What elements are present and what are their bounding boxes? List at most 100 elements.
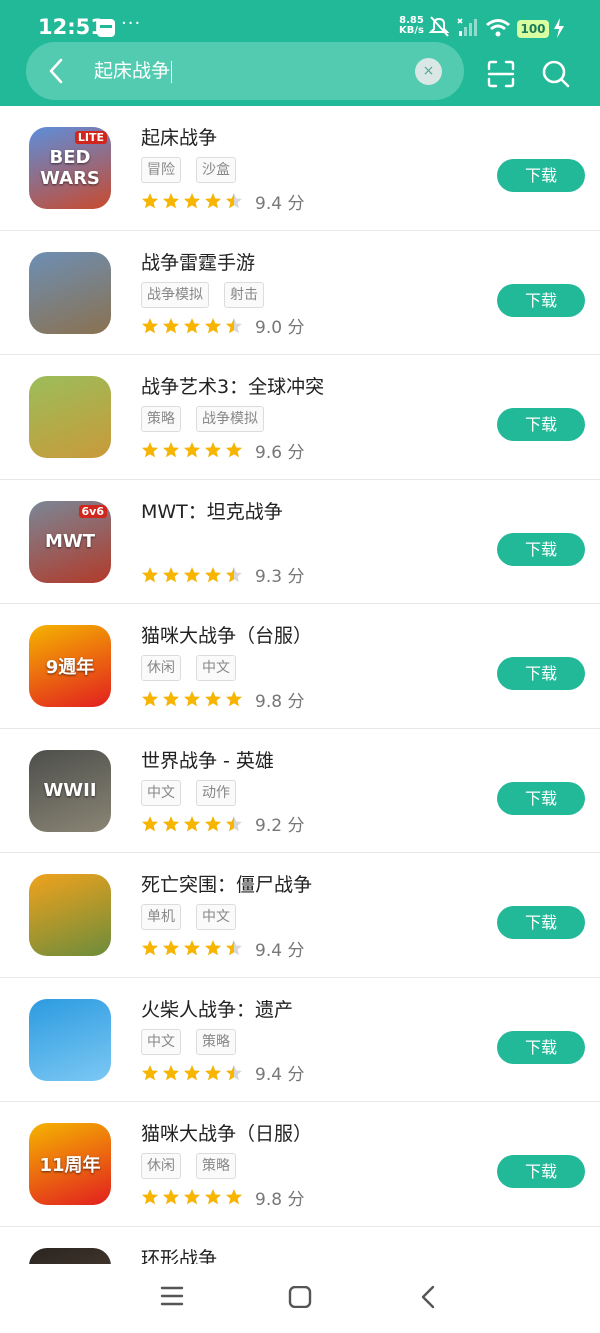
star-icon xyxy=(142,1189,158,1205)
app-rating: 9.8 分 xyxy=(141,1186,304,1210)
star-icon xyxy=(163,691,179,707)
star-icon xyxy=(163,1064,179,1080)
app-icon[interactable]: MWT 6v6 xyxy=(29,500,111,583)
home-icon[interactable] xyxy=(288,1286,312,1308)
search-results-list[interactable]: BED WARS LITE 起床战争 冒险 沙盒 9.4 分下载 战争雷霆手游 战争模拟 射击 9… xyxy=(0,106,600,1264)
download-button[interactable]: 下载 xyxy=(497,781,585,815)
download-button[interactable]: 下载 xyxy=(497,657,585,690)
app-tags: 策略 战争模拟 xyxy=(141,406,264,432)
download-button[interactable]: 下载 xyxy=(497,1030,585,1064)
rating-stars xyxy=(141,1064,243,1082)
nav-back-icon[interactable] xyxy=(418,1285,438,1309)
app-tags: 休闲 中文 xyxy=(141,655,236,681)
app-tags: 冒险 沙盒 xyxy=(141,157,236,183)
app-icon[interactable]: 11周年 xyxy=(29,1123,111,1205)
list-item[interactable]: 战争雷霆手游 战争模拟 射击 9.0 分 下载 xyxy=(0,231,600,355)
list-item[interactable]: 火柴人战争：遗产 中文 策略 9.4 分 下载 xyxy=(0,978,600,1102)
app-header: 12:51 ··· 8.85 KB/s 100 起床战争 × xyxy=(0,0,600,106)
list-item[interactable]: 9週年 猫咪大战争（台服） 休闲 中文 9.8 分 下载 xyxy=(0,604,600,729)
mute-icon xyxy=(428,16,450,37)
app-name[interactable]: 死亡突围：僵尸战争 xyxy=(141,870,312,897)
app-icon[interactable] xyxy=(29,874,111,956)
star-icon xyxy=(205,442,221,458)
download-button[interactable]: 下载 xyxy=(497,283,585,317)
app-icon[interactable]: BED WARS LITE xyxy=(29,127,111,209)
app-icon[interactable]: WWII xyxy=(29,749,111,832)
search-input[interactable]: 起床战争 xyxy=(94,58,173,84)
category-tag: 中文 xyxy=(196,655,236,681)
app-name[interactable]: MWT：坦克战争 xyxy=(141,497,283,524)
battery-indicator: 100 xyxy=(517,20,549,38)
list-item[interactable]: 11周年 猫咪大战争（日服） 休闲 策略 9.8 分 下载 xyxy=(0,1102,600,1227)
download-button[interactable]: 下载 xyxy=(497,532,585,566)
search-box[interactable] xyxy=(26,42,464,100)
category-tag: 沙盒 xyxy=(196,157,236,183)
category-tag: 中文 xyxy=(141,1028,181,1055)
list-item[interactable]: 战争艺术3：全球冲突 策略 战争模拟 9.6 分 下载 xyxy=(0,355,600,480)
star-icon xyxy=(142,940,158,956)
status-bar: 12:51 ··· 8.85 KB/s 100 xyxy=(0,0,600,40)
star-icon xyxy=(142,1064,158,1080)
star-icon xyxy=(163,442,179,458)
star-icon xyxy=(226,442,242,458)
star-icon xyxy=(205,1189,221,1205)
app-name[interactable]: 环形战争 xyxy=(141,1244,217,1265)
download-button[interactable]: 下载 xyxy=(497,1155,585,1188)
system-nav-bar xyxy=(0,1264,600,1333)
app-rating: 9.0 分 xyxy=(141,315,304,338)
app-icon[interactable]: 9週年 xyxy=(29,625,111,707)
app-rating: 9.4 分 xyxy=(141,1062,305,1085)
list-item[interactable]: BED WARS LITE 起床战争冒险 沙盒 9.4 分 下载 xyxy=(0,106,600,231)
clear-search-button[interactable]: × xyxy=(415,58,442,85)
list-item[interactable]: MWT 6v6 MWT：坦克战争 9.3 分 下载 xyxy=(0,480,600,604)
rating-score: 9.6 分 xyxy=(255,442,305,463)
app-name[interactable]: 世界战争 - 英雄 xyxy=(141,746,274,773)
app-rating: 9.4 分 xyxy=(141,937,304,961)
back-icon[interactable] xyxy=(42,56,72,86)
app-tags: 中文 动作 xyxy=(141,779,236,806)
rating-stars xyxy=(141,1188,243,1206)
star-icon xyxy=(205,815,221,831)
category-tag: 策略 xyxy=(196,1153,236,1179)
download-button[interactable]: 下载 xyxy=(497,159,585,192)
app-name[interactable]: 战争雷霆手游 xyxy=(141,248,255,275)
app-name[interactable]: 火柴人战争：遗产 xyxy=(141,995,293,1022)
app-name[interactable]: 猫咪大战争（台服） xyxy=(141,621,312,648)
star-icon xyxy=(142,691,158,707)
star-icon xyxy=(184,1189,200,1205)
charging-icon xyxy=(554,18,564,38)
category-tag: 单机 xyxy=(141,904,181,930)
app-rating: 9.2 分 xyxy=(141,813,304,836)
rating-stars xyxy=(141,192,243,210)
rating-score: 9.3 分 xyxy=(255,567,305,587)
star-icon xyxy=(226,1189,242,1205)
list-item[interactable]: 死亡突围：僵尸战争 单机 中文 9.4 分 下载 xyxy=(0,853,600,978)
category-tag: 休闲 xyxy=(141,655,181,681)
app-rating: 9.4 分 xyxy=(141,190,304,214)
app-icon[interactable] xyxy=(29,1247,111,1264)
star-icon xyxy=(226,940,242,956)
recent-apps-icon[interactable] xyxy=(160,1285,184,1307)
list-item[interactable]: WWII 世界战争 - 英雄 中文 动作 9.2 分 下载 xyxy=(0,729,600,853)
search-icon[interactable] xyxy=(541,59,571,89)
rating-score: 9.4 分 xyxy=(255,1065,305,1085)
star-icon xyxy=(226,691,242,707)
app-rating: 9.3 分 xyxy=(141,564,305,587)
app-icon[interactable] xyxy=(29,251,111,334)
app-name[interactable]: 猫咪大战争（日服） xyxy=(141,1119,312,1146)
star-icon xyxy=(163,566,179,582)
star-icon xyxy=(142,442,158,458)
app-icon[interactable] xyxy=(29,376,111,458)
app-name[interactable]: 战争艺术3：全球冲突 xyxy=(141,372,324,399)
app-icon[interactable] xyxy=(29,998,111,1081)
app-name[interactable]: 起床战争 xyxy=(141,123,217,150)
more-notifications-icon: ··· xyxy=(121,13,142,34)
star-icon xyxy=(163,815,179,831)
list-item[interactable]: 环形战争 xyxy=(0,1227,600,1265)
download-button[interactable]: 下载 xyxy=(497,906,585,939)
download-button[interactable]: 下载 xyxy=(497,408,585,441)
scan-icon[interactable] xyxy=(486,59,516,89)
star-icon xyxy=(205,1064,221,1080)
star-icon xyxy=(184,442,200,458)
star-icon xyxy=(163,940,179,956)
